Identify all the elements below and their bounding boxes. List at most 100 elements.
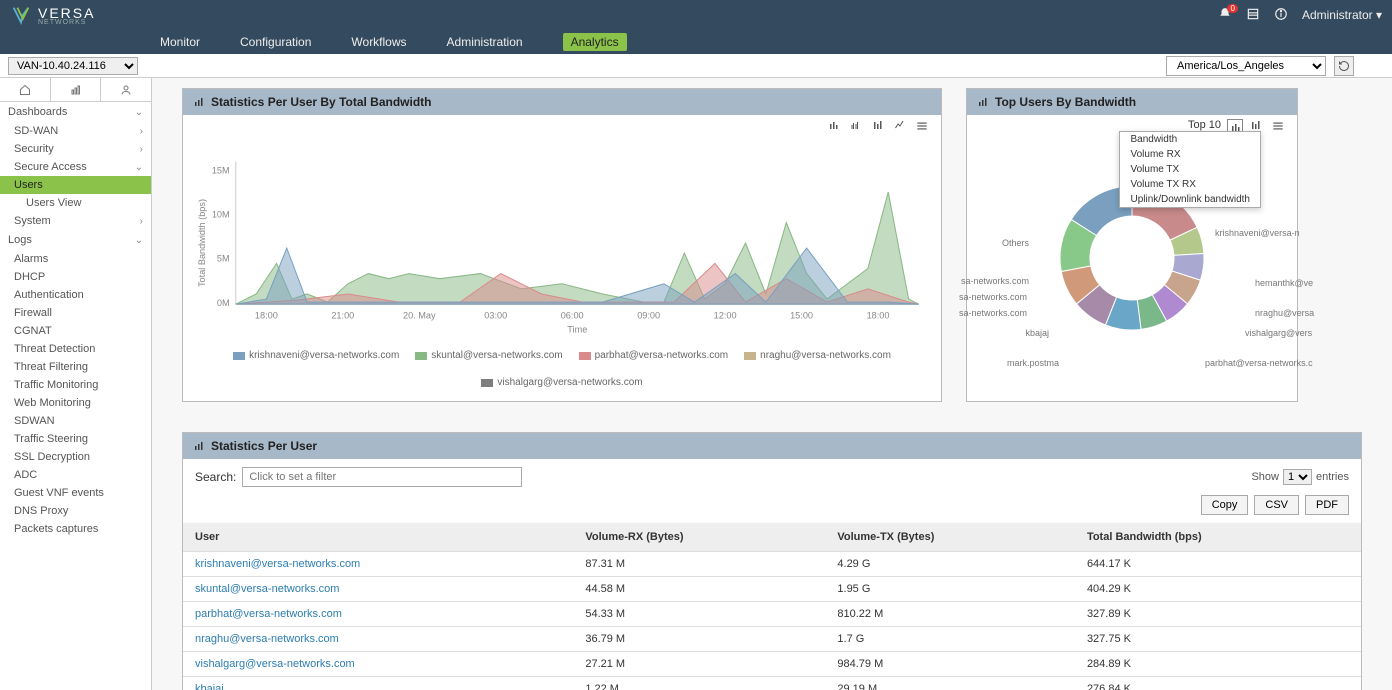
search-label: Search: — [195, 470, 236, 484]
sidebar-sdwan[interactable]: SD-WAN› — [0, 122, 151, 140]
tab-chart-icon[interactable] — [51, 78, 102, 101]
info-icon[interactable] — [1274, 7, 1288, 24]
chart-body: 0M 5M 10M 15M Total Bandwidth (bps) 18:0… — [183, 135, 941, 401]
sidebar-log-packets-captures[interactable]: Packets captures — [0, 520, 151, 538]
sidebar-log-guest-vnf-events[interactable]: Guest VNF events — [0, 484, 151, 502]
notifications-icon[interactable]: 0 — [1218, 7, 1232, 24]
sidebar-log-ssl-decryption[interactable]: SSL Decryption — [0, 448, 151, 466]
panel-top-users: Top Users By Bandwidth Top 10 BandwidthV… — [966, 88, 1298, 402]
donut-label: nraghu@versa — [1255, 308, 1314, 318]
admin-menu[interactable]: Administrator ▾ — [1302, 8, 1382, 22]
panel-stats-table: Statistics Per User Search: Show 1 entri… — [182, 432, 1362, 690]
table-row: kbaiai1.22 M29.19 M276.84 K — [183, 677, 1361, 690]
user-link[interactable]: krishnaveni@versa-networks.com — [183, 552, 573, 577]
donut-label: sa-networks.com — [959, 292, 1027, 302]
dropdown-option[interactable]: Volume RX — [1120, 147, 1260, 162]
svg-text:18:00: 18:00 — [255, 310, 278, 320]
main-nav: Monitor Configuration Workflows Administ… — [0, 30, 1392, 54]
top-metric-dropdown[interactable]: BandwidthVolume RXVolume TXVolume TX RXU… — [1119, 131, 1261, 208]
svg-text:12:00: 12:00 — [714, 310, 737, 320]
export-csv-button[interactable]: CSV — [1254, 495, 1299, 515]
legend-item[interactable]: parbhat@versa-networks.com — [579, 350, 729, 361]
sidebar-logs[interactable]: Logs⌄ — [0, 230, 151, 250]
sidebar-log-authentication[interactable]: Authentication — [0, 286, 151, 304]
sidebar-log-web-monitoring[interactable]: Web Monitoring — [0, 394, 151, 412]
table-cell: 36.79 M — [573, 627, 825, 652]
chart-type-stacked[interactable] — [871, 119, 887, 135]
nav-administration[interactable]: Administration — [447, 35, 523, 49]
table-header[interactable]: Total Bandwidth (bps) — [1075, 523, 1361, 552]
sidebar-log-dns-proxy[interactable]: DNS Proxy — [0, 502, 151, 520]
table-cell: 27.21 M — [573, 652, 825, 677]
table-row: nraghu@versa-networks.com36.79 M1.7 G327… — [183, 627, 1361, 652]
nav-monitor[interactable]: Monitor — [160, 35, 200, 49]
sidebar-log-threat-filtering[interactable]: Threat Filtering — [0, 358, 151, 376]
sidebar-users[interactable]: Users — [0, 176, 151, 194]
bar-chart-icon — [193, 96, 205, 108]
svg-text:10M: 10M — [212, 210, 230, 220]
search-input[interactable] — [242, 467, 522, 487]
svg-text:09:00: 09:00 — [637, 310, 660, 320]
tab-home-icon[interactable] — [0, 78, 51, 101]
tab-user-icon[interactable] — [101, 78, 152, 101]
dropdown-option[interactable]: Volume TX RX — [1120, 177, 1260, 192]
sidebar-users-view[interactable]: Users View — [0, 194, 151, 212]
refresh-button[interactable] — [1334, 56, 1354, 76]
nav-workflows[interactable]: Workflows — [351, 35, 406, 49]
list-icon[interactable] — [1246, 7, 1260, 24]
sidebar-log-traffic-monitoring[interactable]: Traffic Monitoring — [0, 376, 151, 394]
sidebar-log-adc[interactable]: ADC — [0, 466, 151, 484]
sidebar-log-alarms[interactable]: Alarms — [0, 250, 151, 268]
legend-item[interactable]: krishnaveni@versa-networks.com — [233, 350, 399, 361]
sidebar-log-cgnat[interactable]: CGNAT — [0, 322, 151, 340]
sidebar-log-firewall[interactable]: Firewall — [0, 304, 151, 322]
table-header[interactable]: Volume-RX (Bytes) — [573, 523, 825, 552]
host-select[interactable]: VAN-10.40.24.116 — [8, 57, 138, 75]
sidebar-log-sdwan[interactable]: SDWAN — [0, 412, 151, 430]
nav-configuration[interactable]: Configuration — [240, 35, 311, 49]
donut-label: parbhat@versa-networks.c — [1205, 358, 1313, 368]
table-cell: 29.19 M — [825, 677, 1075, 690]
user-link[interactable]: kbaiai — [183, 677, 573, 690]
svg-text:0M: 0M — [217, 298, 230, 308]
export-pdf-button[interactable]: PDF — [1305, 495, 1349, 515]
panel-tools — [183, 115, 941, 135]
user-link[interactable]: nraghu@versa-networks.com — [183, 627, 573, 652]
export-buttons: CopyCSV PDF — [183, 495, 1361, 523]
chart-type-bar[interactable] — [827, 119, 843, 135]
timezone-select[interactable]: America/Los_Angeles — [1166, 56, 1326, 76]
svg-text:06:00: 06:00 — [561, 310, 584, 320]
sidebar-security[interactable]: Security› — [0, 140, 151, 158]
table-cell: 1.95 G — [825, 577, 1075, 602]
user-link[interactable]: vishalgarg@versa-networks.com — [183, 652, 573, 677]
legend-item[interactable]: skuntal@versa-networks.com — [415, 350, 562, 361]
user-link[interactable]: parbhat@versa-networks.com — [183, 602, 573, 627]
chart-menu-icon[interactable] — [1271, 119, 1287, 135]
user-link[interactable]: skuntal@versa-networks.com — [183, 577, 573, 602]
chart-type-grouped[interactable] — [849, 119, 865, 135]
table-cell: 44.58 M — [573, 577, 825, 602]
nav-analytics[interactable]: Analytics — [563, 33, 627, 51]
dropdown-option[interactable]: Uplink/Downlink bandwidth — [1120, 192, 1260, 207]
bandwidth-chart: 0M 5M 10M 15M Total Bandwidth (bps) 18:0… — [195, 143, 929, 343]
entries-select[interactable]: 1 — [1283, 469, 1312, 485]
export-copy-button[interactable]: Copy — [1201, 495, 1249, 515]
sidebar-dashboards[interactable]: Dashboards⌄ — [0, 102, 151, 122]
chart-type-line[interactable] — [893, 119, 909, 135]
legend-item[interactable]: vishalgarg@versa-networks.com — [481, 377, 642, 388]
sidebar-log-dhcp[interactable]: DHCP — [0, 268, 151, 286]
sidebar-system[interactable]: System› — [0, 212, 151, 230]
chevron-right-icon: › — [140, 144, 143, 155]
dropdown-option[interactable]: Volume TX — [1120, 162, 1260, 177]
table-header[interactable]: User — [183, 523, 573, 552]
chart-menu-icon[interactable] — [915, 119, 931, 135]
legend-item[interactable]: nraghu@versa-networks.com — [744, 350, 891, 361]
sidebar-secure-access[interactable]: Secure Access⌄ — [0, 158, 151, 176]
panel-header: Top Users By Bandwidth — [967, 89, 1297, 115]
table-header[interactable]: Volume-TX (Bytes) — [825, 523, 1075, 552]
sidebar-log-threat-detection[interactable]: Threat Detection — [0, 340, 151, 358]
svg-text:03:00: 03:00 — [484, 310, 507, 320]
dropdown-option[interactable]: Bandwidth — [1120, 132, 1260, 147]
sidebar-log-traffic-steering[interactable]: Traffic Steering — [0, 430, 151, 448]
svg-text:15M: 15M — [212, 166, 230, 176]
